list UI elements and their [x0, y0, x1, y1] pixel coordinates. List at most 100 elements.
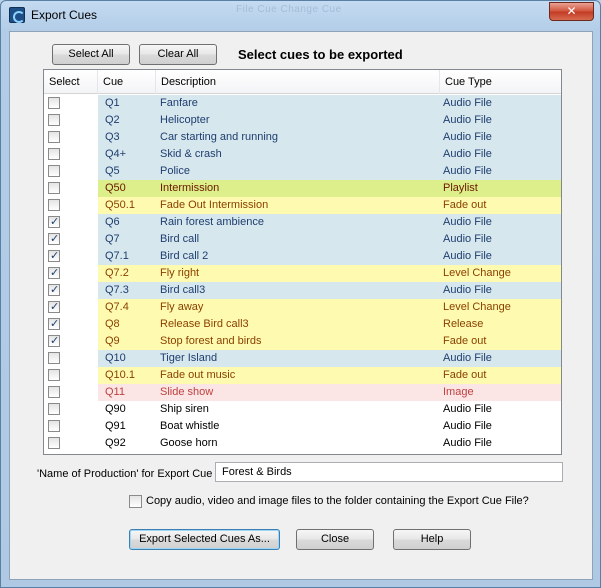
checkmark-icon: ✓ — [50, 216, 60, 228]
table-row[interactable]: Q4+ Skid & crash Audio File — [44, 146, 561, 163]
cue-type-cell: Audio File — [440, 350, 561, 367]
title-bar[interactable]: Export Cues File Cue Change Cue ✕ — [1, 1, 600, 31]
cue-type-cell: Audio File — [440, 418, 561, 435]
select-cell: ✓ — [44, 214, 98, 231]
production-name-input[interactable]: Forest & Birds — [215, 462, 563, 482]
description-cell: Goose horn — [156, 435, 440, 452]
table-row[interactable]: Q10.1 Fade out music Fade out — [44, 367, 561, 384]
row-select-checkbox[interactable]: ✓ — [48, 284, 60, 296]
description-cell: Release Bird call3 — [156, 316, 440, 333]
table-row[interactable]: ✓ Q6 Rain forest ambience Audio File — [44, 214, 561, 231]
row-select-checkbox[interactable] — [48, 165, 60, 177]
cue-cell: Q7.3 — [98, 282, 156, 299]
table-row[interactable]: ✓ Q7.1 Bird call 2 Audio File — [44, 248, 561, 265]
row-select-checkbox[interactable]: ✓ — [48, 233, 60, 245]
table-row[interactable]: Q91 Boat whistle Audio File — [44, 418, 561, 435]
select-cell — [44, 350, 98, 367]
description-cell: Helicopter — [156, 112, 440, 129]
row-select-checkbox[interactable] — [48, 437, 60, 449]
cue-cell: Q10.1 — [98, 367, 156, 384]
row-select-checkbox[interactable] — [48, 114, 60, 126]
row-select-checkbox[interactable] — [48, 386, 60, 398]
row-select-checkbox[interactable]: ✓ — [48, 301, 60, 313]
select-cell — [44, 129, 98, 146]
cue-cell: Q4+ — [98, 146, 156, 163]
cue-type-cell: Audio File — [440, 163, 561, 180]
description-cell: Intermission — [156, 180, 440, 197]
cue-cell: Q92 — [98, 435, 156, 452]
close-button[interactable]: Close — [296, 529, 374, 550]
cue-type-cell: Audio File — [440, 129, 561, 146]
row-select-checkbox[interactable] — [48, 403, 60, 415]
table-row[interactable]: Q10 Tiger Island Audio File — [44, 350, 561, 367]
column-header-cue-type[interactable]: Cue Type — [440, 70, 561, 94]
cue-cell: Q91 — [98, 418, 156, 435]
table-row[interactable]: Q50.1 Fade Out Intermission Fade out — [44, 197, 561, 214]
select-cell: ✓ — [44, 316, 98, 333]
row-select-checkbox[interactable]: ✓ — [48, 335, 60, 347]
table-row[interactable]: Q5 Police Audio File — [44, 163, 561, 180]
description-cell: Rain forest ambience — [156, 214, 440, 231]
row-select-checkbox[interactable] — [48, 369, 60, 381]
row-select-checkbox[interactable]: ✓ — [48, 267, 60, 279]
row-select-checkbox[interactable]: ✓ — [48, 216, 60, 228]
table-row[interactable]: Q1 Fanfare Audio File — [44, 95, 561, 112]
row-select-checkbox[interactable]: ✓ — [48, 318, 60, 330]
copy-files-checkbox[interactable] — [129, 495, 142, 508]
description-cell: Bird call 2 — [156, 248, 440, 265]
column-header-description[interactable]: Description — [156, 70, 440, 94]
row-select-checkbox[interactable] — [48, 420, 60, 432]
description-cell: Fade out music — [156, 367, 440, 384]
clear-all-button[interactable]: Clear All — [139, 44, 217, 65]
cue-cell: Q7.1 — [98, 248, 156, 265]
cue-type-cell: Fade out — [440, 367, 561, 384]
cue-cell: Q1 — [98, 95, 156, 112]
table-row[interactable]: ✓ Q9 Stop forest and birds Fade out — [44, 333, 561, 350]
table-row[interactable]: ✓ Q7.3 Bird call3 Audio File — [44, 282, 561, 299]
column-header-cue[interactable]: Cue — [98, 70, 156, 94]
description-cell: Fanfare — [156, 95, 440, 112]
select-cell — [44, 95, 98, 112]
cue-type-cell: Fade out — [440, 333, 561, 350]
select-all-button[interactable]: Select All — [52, 44, 130, 65]
production-name-label: 'Name of Production' for Export Cue — [37, 468, 213, 480]
row-select-checkbox[interactable] — [48, 131, 60, 143]
help-button[interactable]: Help — [393, 529, 471, 550]
table-row[interactable]: Q3 Car starting and running Audio File — [44, 129, 561, 146]
cue-cell: Q90 — [98, 401, 156, 418]
description-cell: Fade Out Intermission — [156, 197, 440, 214]
table-row[interactable]: ✓ Q7.2 Fly right Level Change — [44, 265, 561, 282]
column-header-select[interactable]: Select — [44, 70, 98, 94]
row-select-checkbox[interactable]: ✓ — [48, 250, 60, 262]
table-row[interactable]: ✓ Q7.4 Fly away Level Change — [44, 299, 561, 316]
row-select-checkbox[interactable] — [48, 97, 60, 109]
table-row[interactable]: Q90 Ship siren Audio File — [44, 401, 561, 418]
export-selected-button[interactable]: Export Selected Cues As... — [129, 529, 280, 550]
row-select-checkbox[interactable] — [48, 148, 60, 160]
background-menu-ghost: File Cue Change Cue — [236, 4, 342, 15]
cue-cell: Q50 — [98, 180, 156, 197]
table-row[interactable]: ✓ Q7 Bird call Audio File — [44, 231, 561, 248]
description-cell: Stop forest and birds — [156, 333, 440, 350]
cue-type-cell: Audio File — [440, 435, 561, 452]
row-select-checkbox[interactable] — [48, 352, 60, 364]
table-row[interactable]: Q11 Slide show Image — [44, 384, 561, 401]
close-window-button[interactable]: ✕ — [549, 2, 594, 21]
description-cell: Boat whistle — [156, 418, 440, 435]
table-row[interactable]: Q50 Intermission Playlist — [44, 180, 561, 197]
cue-type-cell: Audio File — [440, 401, 561, 418]
cue-type-cell: Level Change — [440, 265, 561, 282]
table-row[interactable]: ✓ Q8 Release Bird call3 Release — [44, 316, 561, 333]
cues-table[interactable]: Select Cue Description Cue Type Q1 Fanfar… — [43, 69, 562, 455]
select-cell — [44, 384, 98, 401]
window-title: Export Cues — [31, 8, 98, 22]
select-cell — [44, 146, 98, 163]
table-row[interactable]: Q92 Goose horn Audio File — [44, 435, 561, 452]
select-cell: ✓ — [44, 299, 98, 316]
select-cell — [44, 367, 98, 384]
table-row[interactable]: Q2 Helicopter Audio File — [44, 112, 561, 129]
row-select-checkbox[interactable] — [48, 182, 60, 194]
select-cell — [44, 197, 98, 214]
row-select-checkbox[interactable] — [48, 199, 60, 211]
cue-cell: Q8 — [98, 316, 156, 333]
